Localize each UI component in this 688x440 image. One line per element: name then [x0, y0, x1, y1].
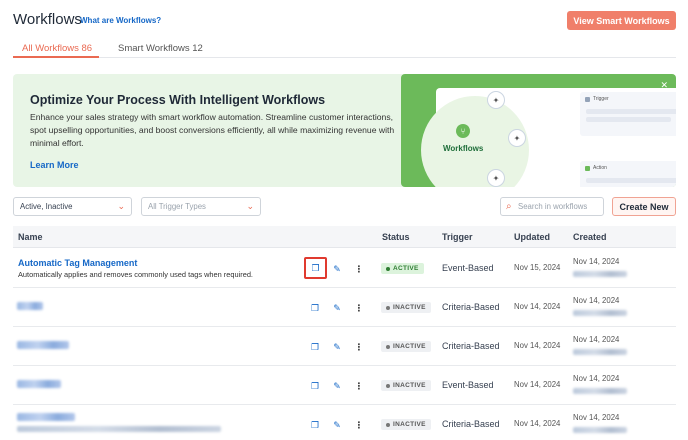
copy-icon[interactable]: ❐ — [304, 257, 327, 279]
search-icon: ⌕ — [506, 201, 512, 212]
table-header: Name Status Trigger Updated Created — [13, 226, 676, 248]
banner-title: Optimize Your Process With Intelligent W… — [30, 93, 326, 107]
banner-illustration: ✕ Trigger Action ✦ ✦ ✦ ⑂ Workflows — [401, 74, 676, 187]
status-badge: INACTIVE — [381, 302, 431, 313]
table-row[interactable]: ❐ ✎ ⋮ INACTIVE Event-Based Nov 14, 2024 … — [13, 366, 676, 405]
more-options-icon[interactable]: ⋮ — [351, 339, 367, 355]
created-cell: Nov 14, 2024 — [573, 374, 620, 383]
status-filter-value: Active, Inactive — [20, 202, 73, 211]
more-options-icon[interactable]: ⋮ — [351, 417, 367, 433]
status-badge-label: INACTIVE — [393, 304, 426, 311]
trigger-card: Trigger — [580, 92, 676, 136]
active-tab-indicator — [13, 56, 99, 58]
trigger-cell: Criteria-Based — [442, 341, 500, 351]
node-icon: ✦ — [508, 129, 526, 147]
page-title: Workflows — [13, 11, 82, 28]
flash-icon — [585, 96, 590, 102]
redacted-author — [573, 310, 627, 316]
more-options-icon[interactable]: ⋮ — [351, 378, 367, 394]
redacted-workflow-name — [17, 413, 75, 421]
copy-icon[interactable]: ❐ — [307, 417, 323, 433]
trigger-filter-placeholder: All Trigger Types — [148, 202, 206, 211]
banner-description: Enhance your sales strategy with smart w… — [30, 112, 395, 148]
workflow-description: Automatically applies and removes common… — [18, 270, 253, 279]
table-row[interactable]: ❐ ✎ ⋮ INACTIVE Criteria-Based Nov 14, 20… — [13, 327, 676, 366]
action-card: Action — [580, 161, 676, 187]
edit-icon[interactable]: ✎ — [329, 261, 345, 277]
tab-bar: All Workflows 86 Smart Workflows 12 — [13, 38, 676, 58]
copy-icon[interactable]: ❐ — [307, 300, 323, 316]
search-placeholder: Search in workflows — [518, 202, 588, 211]
column-header-status[interactable]: Status — [382, 232, 410, 242]
table-row[interactable]: Automatic Tag Management Automatically a… — [13, 249, 676, 288]
updated-cell: Nov 14, 2024 — [514, 380, 561, 389]
redacted-workflow-name — [17, 302, 43, 310]
create-new-button[interactable]: Create New — [612, 197, 676, 216]
updated-cell: Nov 14, 2024 — [514, 341, 561, 350]
redacted-author — [573, 427, 627, 433]
status-badge-label: ACTIVE — [393, 265, 419, 272]
status-badge: ACTIVE — [381, 263, 424, 274]
status-filter-select[interactable]: Active, Inactive ⌄ — [13, 197, 132, 216]
status-badge: INACTIVE — [381, 419, 431, 430]
updated-cell: Nov 14, 2024 — [514, 302, 561, 311]
copy-icon[interactable]: ❐ — [307, 339, 323, 355]
redacted-author — [573, 271, 627, 277]
tab-smart-workflows[interactable]: Smart Workflows 12 — [118, 43, 203, 54]
what-are-workflows-link[interactable]: What are Workflows? — [80, 16, 161, 25]
more-options-icon[interactable]: ⋮ — [351, 300, 367, 316]
node-icon: ✦ — [487, 169, 505, 187]
status-badge: INACTIVE — [381, 341, 431, 352]
copy-icon[interactable]: ❐ — [307, 378, 323, 394]
redacted-workflow-name — [17, 341, 69, 349]
trigger-cell: Criteria-Based — [442, 419, 500, 429]
edit-icon[interactable]: ✎ — [329, 300, 345, 316]
redacted-workflow-description — [17, 426, 221, 432]
illustration-label: Workflows — [443, 144, 484, 153]
status-badge: INACTIVE — [381, 380, 431, 391]
chevron-down-icon: ⌄ — [117, 201, 125, 211]
trigger-cell: Event-Based — [442, 263, 494, 273]
column-header-name[interactable]: Name — [18, 232, 43, 242]
redacted-author — [573, 388, 627, 394]
updated-cell: Nov 14, 2024 — [514, 419, 561, 428]
workflow-hub-icon: ⑂ — [456, 124, 470, 138]
more-options-icon[interactable]: ⋮ — [351, 261, 367, 277]
trigger-type-filter-select[interactable]: All Trigger Types ⌄ — [141, 197, 261, 216]
column-header-created[interactable]: Created — [573, 232, 607, 242]
status-badge-label: INACTIVE — [393, 382, 426, 389]
created-cell: Nov 14, 2024 — [573, 296, 620, 305]
tab-all-workflows[interactable]: All Workflows 86 — [22, 43, 92, 54]
trigger-cell: Criteria-Based — [442, 302, 500, 312]
edit-icon[interactable]: ✎ — [329, 378, 345, 394]
status-badge-label: INACTIVE — [393, 421, 426, 428]
table-row[interactable]: ❐ ✎ ⋮ INACTIVE Criteria-Based Nov 14, 20… — [13, 288, 676, 327]
edit-icon[interactable]: ✎ — [329, 339, 345, 355]
table-row[interactable]: ❐ ✎ ⋮ INACTIVE Criteria-Based Nov 14, 20… — [13, 405, 676, 440]
play-icon — [585, 165, 590, 171]
created-cell: Nov 14, 2024 — [573, 413, 620, 422]
edit-icon[interactable]: ✎ — [329, 417, 345, 433]
redacted-workflow-name — [17, 380, 61, 388]
view-smart-workflows-button[interactable]: View Smart Workflows — [567, 11, 676, 30]
search-input[interactable]: ⌕ Search in workflows — [500, 197, 604, 216]
node-icon: ✦ — [487, 91, 505, 109]
workflow-name-link[interactable]: Automatic Tag Management — [18, 258, 137, 268]
learn-more-link[interactable]: Learn More — [30, 160, 79, 170]
redacted-author — [573, 349, 627, 355]
column-header-updated[interactable]: Updated — [514, 232, 550, 242]
action-card-label: Action — [593, 165, 607, 171]
status-badge-label: INACTIVE — [393, 343, 426, 350]
trigger-card-label: Trigger — [593, 96, 609, 102]
trigger-cell: Event-Based — [442, 380, 494, 390]
updated-cell: Nov 15, 2024 — [514, 263, 561, 272]
column-header-trigger[interactable]: Trigger — [442, 232, 473, 242]
promo-banner: Optimize Your Process With Intelligent W… — [13, 74, 676, 187]
created-cell: Nov 14, 2024 — [573, 257, 620, 266]
created-cell: Nov 14, 2024 — [573, 335, 620, 344]
chevron-down-icon: ⌄ — [246, 201, 254, 211]
